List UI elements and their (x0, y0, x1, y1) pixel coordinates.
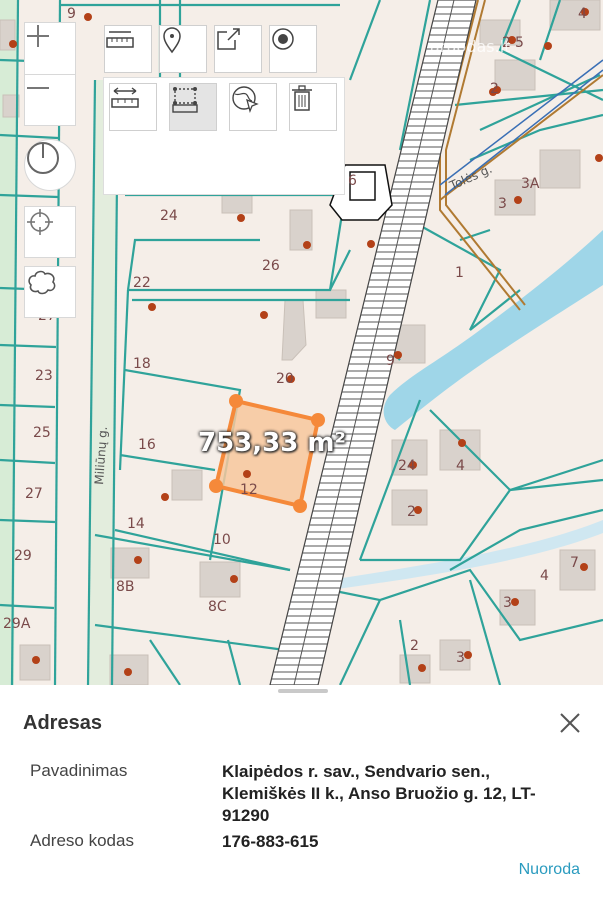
measure-distance-button[interactable] (104, 25, 152, 73)
address-panel: Adresas Pavadinimas Klaipėdos r. sav., S… (0, 685, 603, 900)
address-point[interactable] (134, 556, 142, 564)
address-point[interactable] (32, 656, 40, 664)
address-point[interactable] (464, 651, 472, 659)
house-number-label: 12 (240, 482, 258, 498)
zoom-out-button[interactable] (24, 74, 76, 126)
house-number-label: 27 (25, 486, 43, 502)
house-number-label: 3 (456, 650, 465, 666)
house-number-label: 2 (407, 504, 416, 520)
house-number-label: 20 (276, 371, 294, 387)
link-nuoroda[interactable]: Nuoroda (519, 861, 580, 879)
drag-handle[interactable] (278, 689, 328, 693)
address-point[interactable] (237, 214, 245, 222)
shape-select-button[interactable] (24, 266, 76, 318)
house-number-label: 10 (213, 532, 231, 548)
address-point[interactable] (595, 154, 603, 162)
house-number-label: 1 (455, 265, 464, 281)
name-label: Pavadinimas (30, 761, 128, 780)
house-number-label: 5 (515, 35, 524, 51)
house-number-label: 9 (67, 6, 76, 22)
address-point[interactable] (394, 351, 402, 359)
panel-title: Adresas (23, 712, 102, 734)
house-number-label: 25 (33, 425, 51, 441)
watermark: aruodas.lt (430, 37, 510, 56)
map-view[interactable]: 94224262227123182025169244271412102298B8… (0, 0, 603, 685)
address-point[interactable] (9, 40, 17, 48)
house-number-label: 2 (410, 638, 419, 654)
address-point[interactable] (243, 470, 251, 478)
house-number-label: 6 (348, 173, 357, 189)
house-number-label: 18 (133, 356, 151, 372)
globe-cursor-button[interactable] (229, 83, 277, 131)
cloud-shape-icon (28, 270, 56, 295)
area-label: 753,33 m² (198, 428, 346, 458)
house-number-label: 4 (540, 568, 549, 584)
house-number-label: 2 (490, 81, 499, 97)
house-number-label: 8B (116, 579, 135, 595)
house-number-label: 23 (35, 368, 53, 384)
house-number-label: 24 (160, 208, 178, 224)
house-number-label: 14 (127, 516, 145, 532)
measure-distance-icon (106, 31, 134, 48)
house-number-label: 24 (398, 458, 416, 474)
minus-icon (27, 87, 49, 89)
address-point[interactable] (458, 439, 466, 447)
address-code-label: Adreso kodas (30, 831, 134, 850)
address-point[interactable] (367, 240, 375, 248)
house-number-label: 3 (503, 595, 512, 611)
house-number-label: 8C (208, 599, 227, 615)
address-point[interactable] (303, 241, 311, 249)
address-point[interactable] (511, 598, 519, 606)
delete-button[interactable] (289, 83, 337, 131)
measure-width-button[interactable] (109, 83, 157, 131)
trash-icon (292, 85, 312, 111)
map-pin-button[interactable] (159, 25, 207, 73)
record-button[interactable] (269, 25, 317, 73)
address-point[interactable] (544, 42, 552, 50)
house-number-label: 3 (498, 196, 507, 212)
map-pin-icon (163, 27, 181, 54)
power-button[interactable] (24, 139, 76, 191)
measure-width-icon (111, 87, 139, 108)
address-point[interactable] (580, 563, 588, 571)
address-code-value: 176-883-615 (222, 832, 319, 851)
house-number-label: 29A (3, 616, 31, 632)
address-point[interactable] (514, 196, 522, 204)
plus-icon (27, 25, 49, 47)
house-number-label: 29 (14, 548, 32, 564)
crosshair-icon (27, 209, 53, 235)
house-number-label: 26 (262, 258, 280, 274)
address-point[interactable] (260, 311, 268, 319)
address-point[interactable] (148, 303, 156, 311)
house-number-label: 4 (456, 458, 465, 474)
zoom-in-button[interactable] (24, 22, 76, 74)
address-point[interactable] (418, 664, 426, 672)
power-icon (27, 142, 59, 174)
house-number-label: 22 (133, 275, 151, 291)
house-number-label: 4 (578, 6, 587, 22)
measure-area-icon (172, 87, 198, 113)
record-icon (272, 28, 294, 50)
share-icon (217, 28, 240, 50)
house-number-label: 9 (386, 353, 395, 369)
address-point[interactable] (124, 668, 132, 676)
address-point[interactable] (230, 575, 238, 583)
globe-cursor-icon (232, 86, 259, 114)
house-number-label: 3A (521, 176, 540, 192)
house-number-label: 7 (570, 555, 579, 571)
close-icon[interactable] (556, 709, 584, 737)
address-point[interactable] (84, 13, 92, 21)
name-value: Klaipėdos r. sav., Sendvario sen., Klemi… (222, 762, 536, 825)
locate-button[interactable] (24, 206, 76, 258)
address-point[interactable] (161, 493, 169, 501)
share-button[interactable] (214, 25, 262, 73)
measure-area-button[interactable] (169, 83, 217, 131)
house-number-label: 16 (138, 437, 156, 453)
